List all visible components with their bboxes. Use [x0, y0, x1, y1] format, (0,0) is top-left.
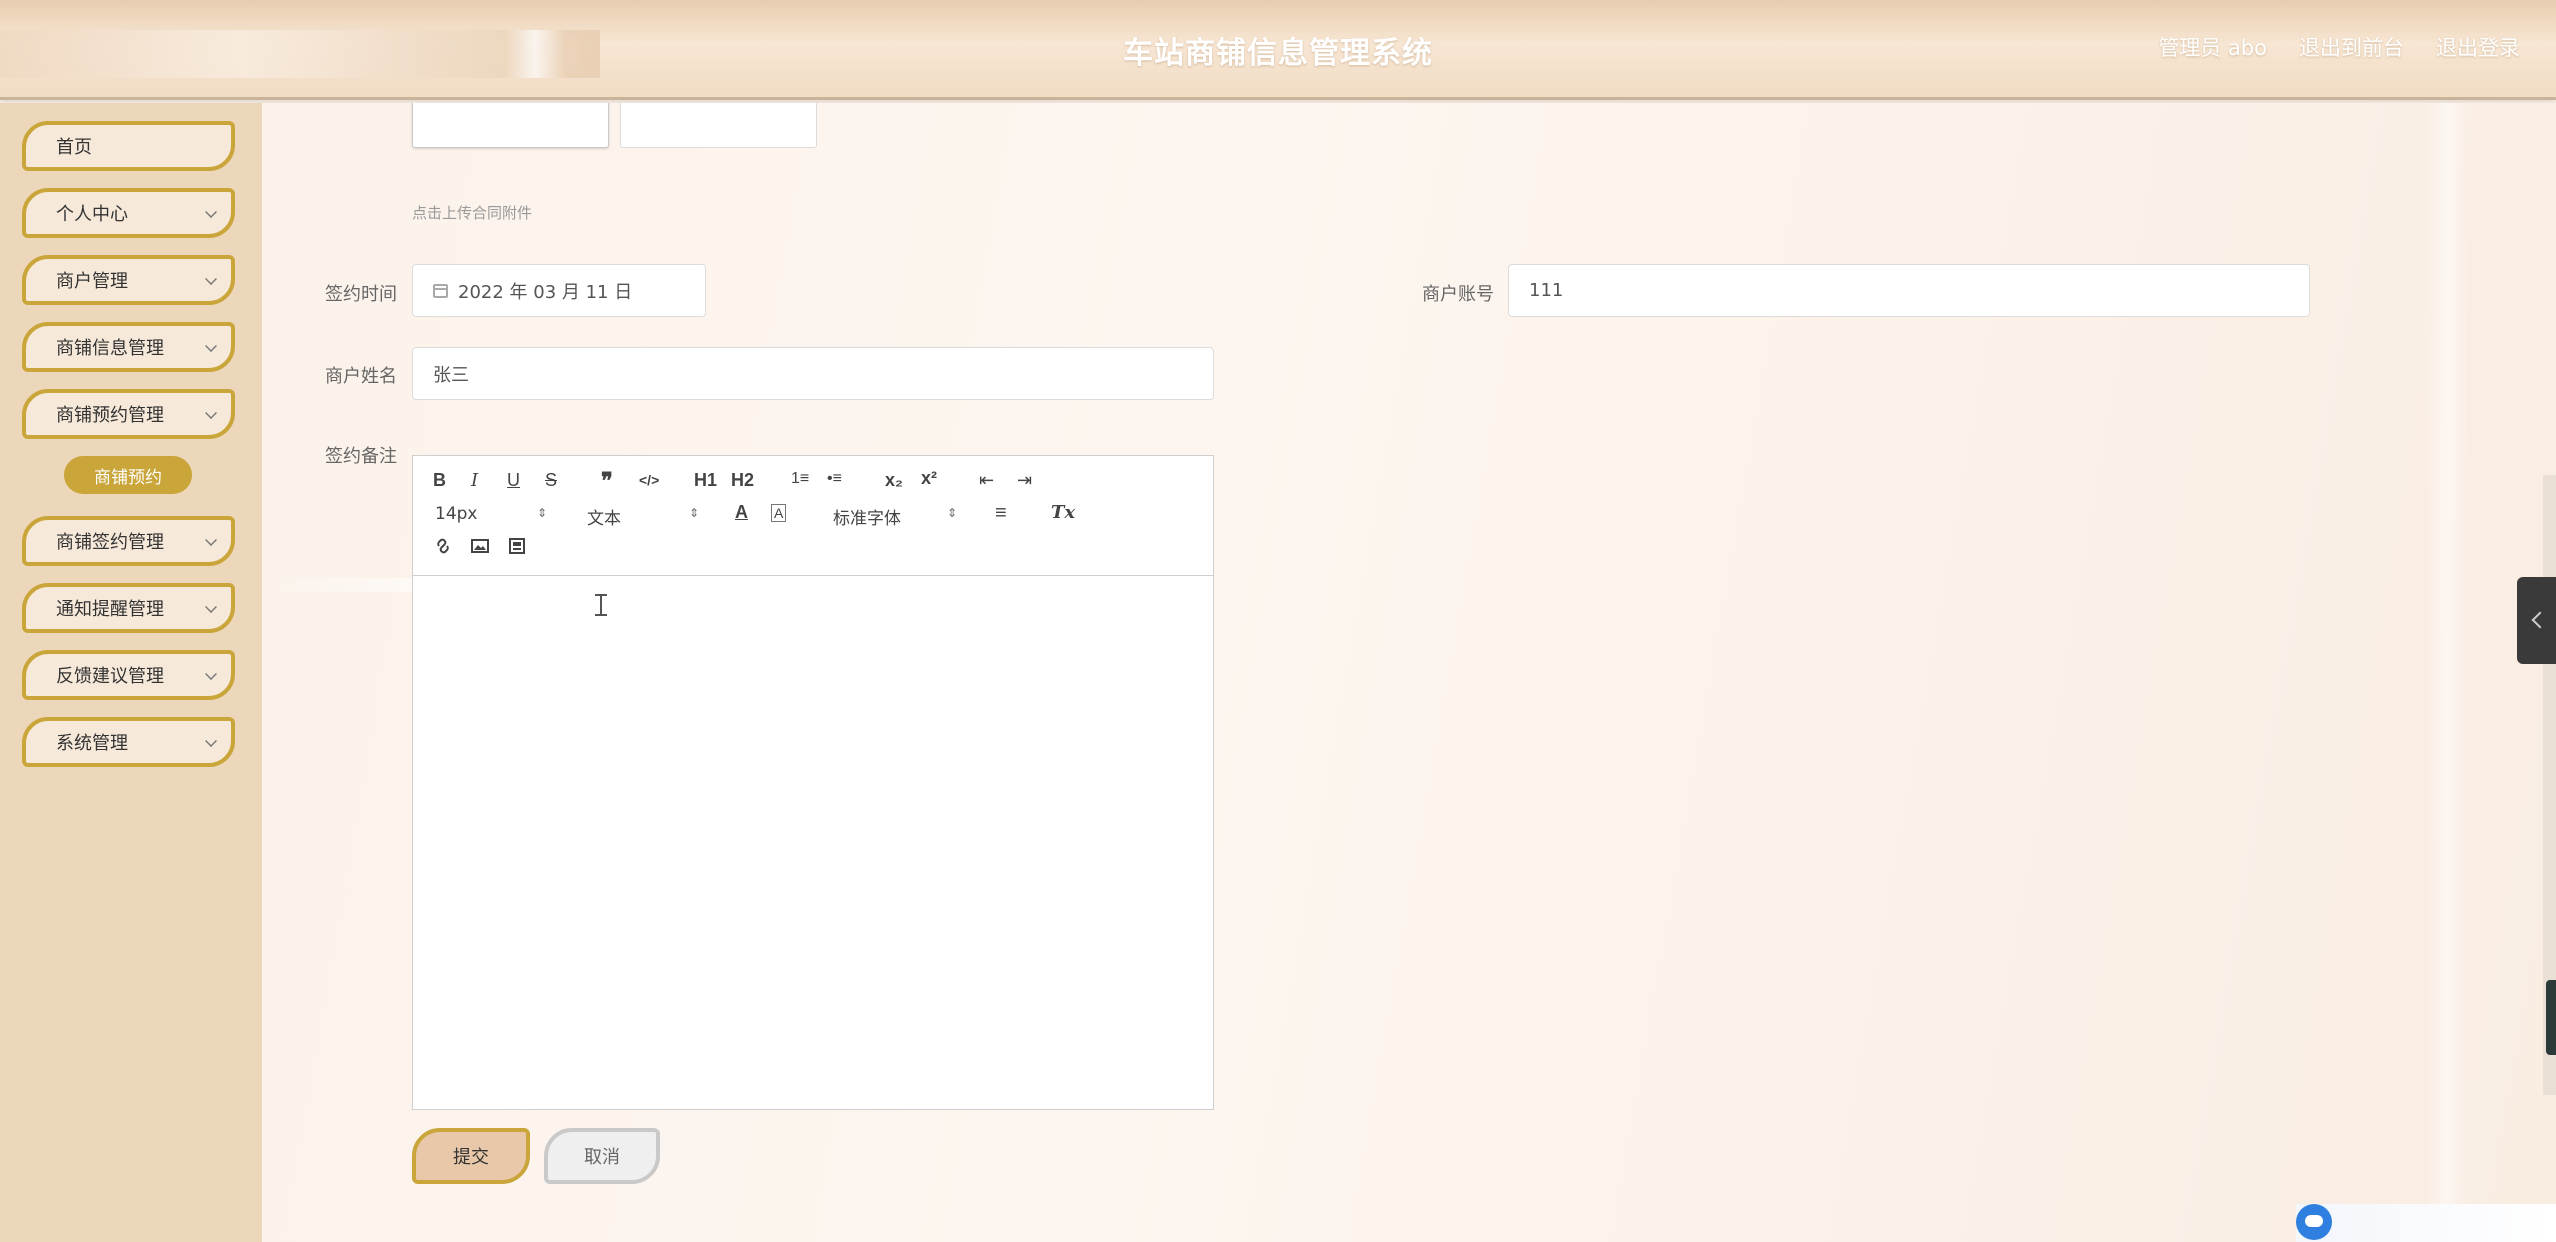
cancel-button[interactable]: 取消 [544, 1128, 660, 1184]
subscript-button[interactable]: x₂ [885, 470, 903, 491]
superscript-button[interactable]: x² [921, 468, 937, 489]
sidebar-item-shop-info[interactable]: 商铺信息管理 [22, 322, 235, 372]
logout-link[interactable]: 退出登录 [2436, 32, 2520, 62]
submit-button[interactable]: 提交 [412, 1128, 530, 1184]
sidebar-item-label: 系统管理 [56, 733, 128, 754]
chevron-down-icon [205, 273, 217, 285]
sidebar: 首页 个人中心 商户管理 商铺信息管理 商铺预约管理 商铺预约 商铺签约管理 通… [0, 103, 262, 1242]
sidebar-item-notifications[interactable]: 通知提醒管理 [22, 583, 235, 633]
text-style-select[interactable]: 文本 ⇕ [587, 504, 699, 529]
chevron-down-icon [205, 601, 217, 613]
strike-button[interactable]: S [545, 470, 557, 491]
contract-file-preview[interactable] [412, 103, 609, 148]
sidebar-item-label: 商户管理 [56, 271, 128, 292]
sidebar-item-label: 反馈建议管理 [56, 666, 164, 687]
chevron-down-icon [205, 340, 217, 352]
sidebar-item-label: 个人中心 [56, 204, 128, 225]
chevron-down-icon [205, 735, 217, 747]
sidebar-item-feedback[interactable]: 反馈建议管理 [22, 650, 235, 700]
merchant-account-value: 111 [1529, 280, 1564, 301]
sidebar-item-label: 商铺预约管理 [56, 405, 164, 426]
chevron-down-icon [205, 668, 217, 680]
select-arrow-icon: ⇕ [536, 506, 547, 520]
sidebar-subitem-reservation[interactable]: 商铺预约 [64, 456, 192, 494]
chat-icon[interactable] [2296, 1204, 2332, 1240]
merchant-account-label: 商户账号 [1422, 284, 1494, 305]
sidebar-item-merchants[interactable]: 商户管理 [22, 255, 235, 305]
blockquote-button[interactable]: ❞ [601, 468, 613, 494]
sidebar-item-label: 商铺签约管理 [56, 532, 164, 553]
background-decoration [2427, 103, 2467, 1242]
outdent-button[interactable]: ⇤ [979, 470, 994, 491]
clear-format-button[interactable]: Tx [1051, 502, 1075, 523]
sidebar-item-home[interactable]: 首页 [22, 121, 235, 171]
current-user-link[interactable]: 管理员 abo [2158, 32, 2267, 62]
sidebar-item-contracts[interactable]: 商铺签约管理 [22, 516, 235, 566]
remark-label: 签约备注 [325, 446, 397, 467]
merchant-name-field[interactable]: 张三 [412, 347, 1214, 400]
sidebar-item-reservations[interactable]: 商铺预约管理 [22, 389, 235, 439]
back-to-front-link[interactable]: 退出到前台 [2299, 32, 2404, 62]
sidebar-item-label: 首页 [56, 137, 92, 158]
chevron-down-icon [205, 206, 217, 218]
sign-time-label: 签约时间 [325, 284, 397, 305]
font-family-value: 标准字体 [833, 509, 901, 529]
text-style-value: 文本 [587, 509, 621, 529]
bold-button[interactable]: B [433, 470, 446, 491]
remark-editor: B I U S ❞ </> H1 H2 1≡ •≡ x₂ x² ⇤ ⇥ 14px… [412, 455, 1214, 1110]
editor-content-area[interactable] [413, 577, 1213, 1109]
chevron-down-icon [205, 407, 217, 419]
text-color-button[interactable]: A [735, 502, 748, 523]
heading2-button[interactable]: H2 [731, 470, 754, 491]
text-cursor-icon [595, 594, 612, 616]
select-arrow-icon: ⇕ [946, 506, 957, 520]
italic-button[interactable]: I [471, 470, 478, 491]
chevron-down-icon [205, 534, 217, 546]
side-drawer-toggle[interactable] [2517, 577, 2556, 664]
code-block-button[interactable]: </> [639, 472, 659, 488]
font-family-select[interactable]: 标准字体 ⇕ [833, 504, 957, 529]
sign-time-value: 2022 年 03 月 11 日 [458, 281, 633, 303]
bullet-list-button[interactable]: •≡ [827, 470, 842, 488]
contract-upload-button[interactable] [620, 103, 817, 148]
merchant-name-value: 张三 [433, 364, 469, 386]
top-header: 车站商铺信息管理系统 管理员 abo 退出到前台 退出登录 [0, 0, 2556, 100]
sidebar-item-profile[interactable]: 个人中心 [22, 188, 235, 238]
sign-time-field[interactable]: 2022 年 03 月 11 日 [412, 264, 706, 317]
sidebar-item-label: 通知提醒管理 [56, 599, 164, 620]
font-size-select[interactable]: 14px ⇕ [435, 504, 547, 524]
background-color-button[interactable]: A [771, 504, 787, 522]
upload-hint: 点击上传合同附件 [412, 204, 533, 222]
link-icon[interactable] [433, 536, 453, 561]
underline-button[interactable]: U [507, 470, 520, 491]
heading1-button[interactable]: H1 [694, 470, 717, 491]
image-icon[interactable] [470, 536, 490, 561]
ordered-list-button[interactable]: 1≡ [791, 470, 809, 488]
chat-widget[interactable] [2296, 1204, 2556, 1242]
merchant-account-field[interactable]: 111 [1508, 264, 2310, 317]
select-arrow-icon: ⇕ [688, 506, 699, 520]
sidebar-item-label: 商铺信息管理 [56, 338, 164, 359]
align-button[interactable]: ≡ [995, 502, 1007, 525]
sidebar-item-system[interactable]: 系统管理 [22, 717, 235, 767]
side-widget[interactable] [2546, 980, 2556, 1055]
indent-button[interactable]: ⇥ [1017, 470, 1032, 491]
header-nav: 管理员 abo 退出到前台 退出登录 [2158, 32, 2520, 62]
merchant-name-label: 商户姓名 [325, 366, 397, 387]
font-size-value: 14px [435, 504, 478, 524]
editor-toolbar: B I U S ❞ </> H1 H2 1≡ •≡ x₂ x² ⇤ ⇥ 14px… [413, 456, 1213, 576]
video-icon[interactable] [507, 536, 527, 561]
calendar-icon [433, 283, 448, 298]
